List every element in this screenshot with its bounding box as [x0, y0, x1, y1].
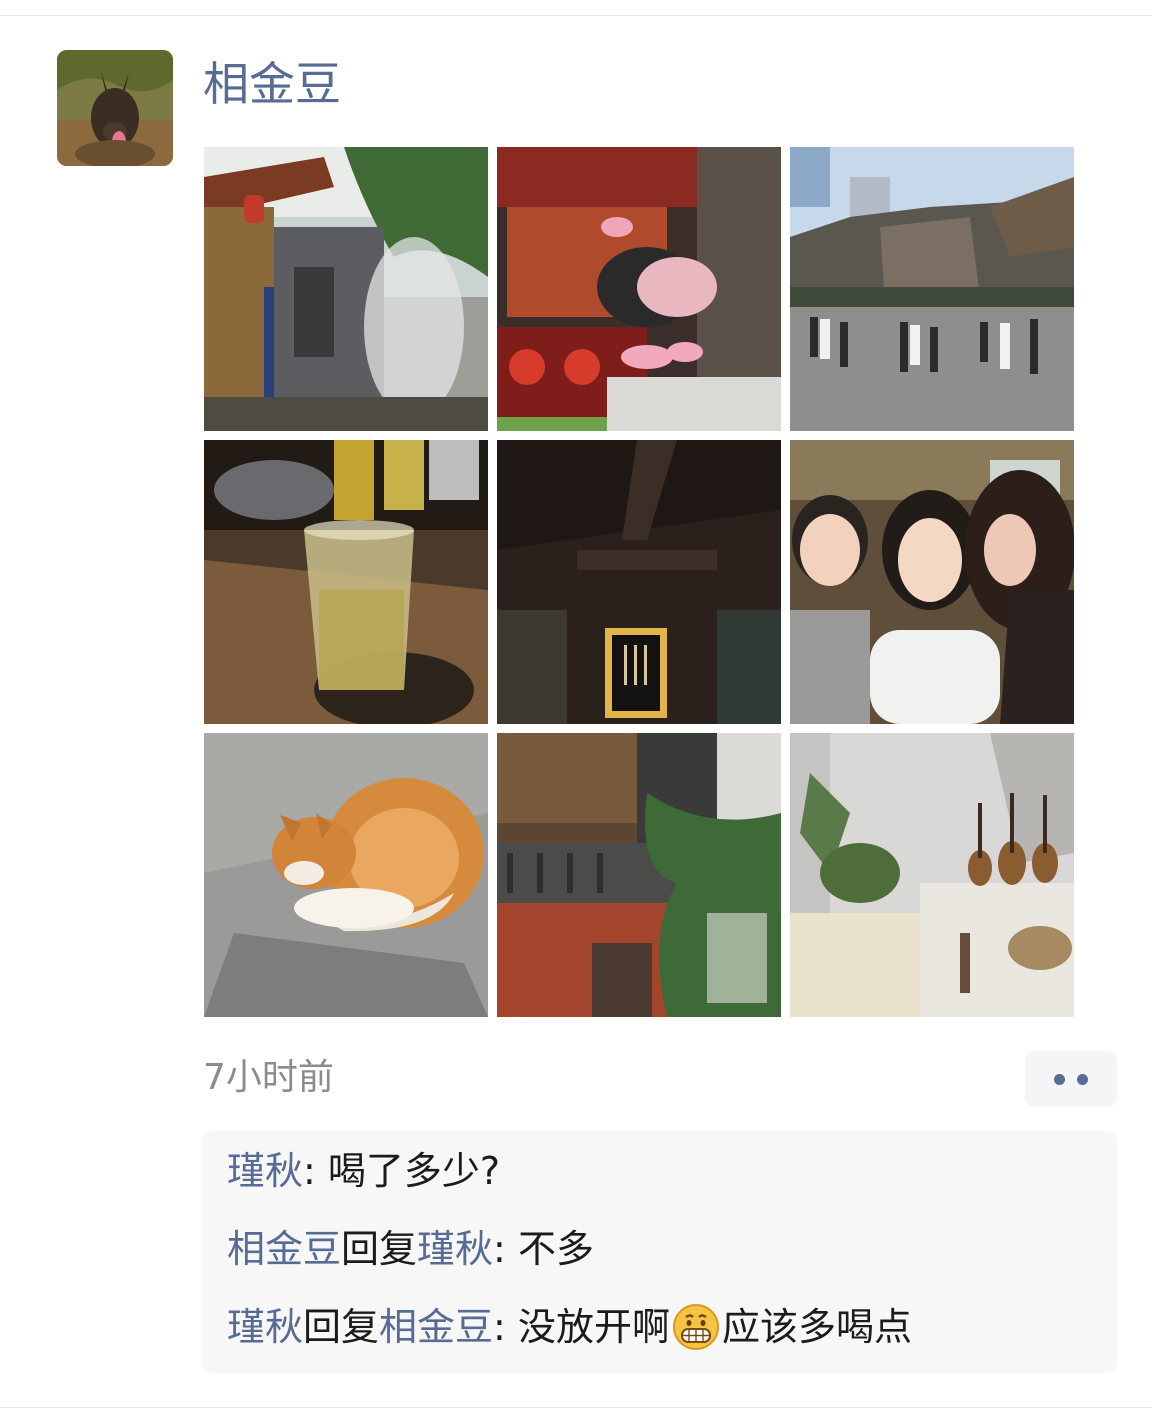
commenter-name[interactable]: 瑾秋	[227, 1300, 303, 1354]
bar-sign-image	[497, 440, 781, 724]
comments-panel: 瑾秋 : 喝了多少? 相金豆 回复 瑾秋 : 不多 瑾秋 回复 相金豆 : 没放…	[202, 1131, 1117, 1373]
drink-glass-image	[204, 440, 488, 724]
comment-item[interactable]: 瑾秋 : 喝了多少?	[227, 1144, 1117, 1198]
comment-separator: :	[303, 1149, 328, 1193]
ellipsis-icon	[1054, 1073, 1065, 1085]
photo-drink-glass[interactable]	[204, 440, 488, 724]
reply-target-name[interactable]: 相金豆	[379, 1300, 493, 1354]
comment-text: 没放开啊	[517, 1305, 670, 1349]
comment-text-after: 应该多喝点	[721, 1305, 912, 1349]
bottom-divider	[0, 1407, 1152, 1408]
reply-verb: 回复	[341, 1227, 418, 1271]
reply-verb: 回复	[303, 1305, 380, 1349]
post-timestamp: 7小时前	[203, 1057, 334, 1098]
pig-statue-image	[497, 147, 781, 431]
photo-selfie-group[interactable]	[790, 440, 1074, 724]
photo-ancient-street[interactable]	[204, 147, 488, 431]
reply-target-name[interactable]: 瑾秋	[417, 1222, 493, 1276]
author-avatar[interactable]	[57, 50, 173, 166]
mountain-town-image	[790, 147, 1074, 431]
selfie-image	[790, 440, 1074, 724]
brick-building-image	[497, 733, 781, 1017]
dog-avatar-icon	[57, 50, 173, 166]
comment-separator: :	[493, 1305, 518, 1349]
ellipsis-icon-dot	[1077, 1073, 1088, 1085]
photo-brick-building[interactable]	[497, 733, 781, 1017]
cat-image	[204, 733, 488, 1017]
photo-mountain-town[interactable]	[790, 147, 1074, 431]
author-name[interactable]: 相金豆	[203, 54, 341, 114]
comment-text: 不多	[517, 1227, 594, 1271]
photo-sleeping-cat[interactable]	[204, 733, 488, 1017]
top-divider	[0, 15, 1152, 16]
ancient-street-image	[204, 147, 488, 431]
photo-room-guitars[interactable]	[790, 733, 1074, 1017]
photo-dark-bar-sign[interactable]	[497, 440, 781, 724]
more-actions-button[interactable]	[1025, 1051, 1117, 1107]
comment-separator: :	[493, 1227, 518, 1271]
photo-pig-statue[interactable]	[497, 147, 781, 431]
commenter-name[interactable]: 瑾秋	[227, 1144, 303, 1198]
comment-item[interactable]: 瑾秋 回复 相金豆 : 没放开啊 应该多喝点	[227, 1300, 1117, 1354]
photo-grid	[204, 147, 1076, 1019]
grimace-emoji-icon	[672, 1303, 720, 1351]
comment-text: 喝了多少?	[327, 1149, 501, 1193]
comment-item[interactable]: 相金豆 回复 瑾秋 : 不多	[227, 1222, 1117, 1276]
guitar-room-image	[790, 733, 1074, 1017]
commenter-name[interactable]: 相金豆	[227, 1222, 341, 1276]
